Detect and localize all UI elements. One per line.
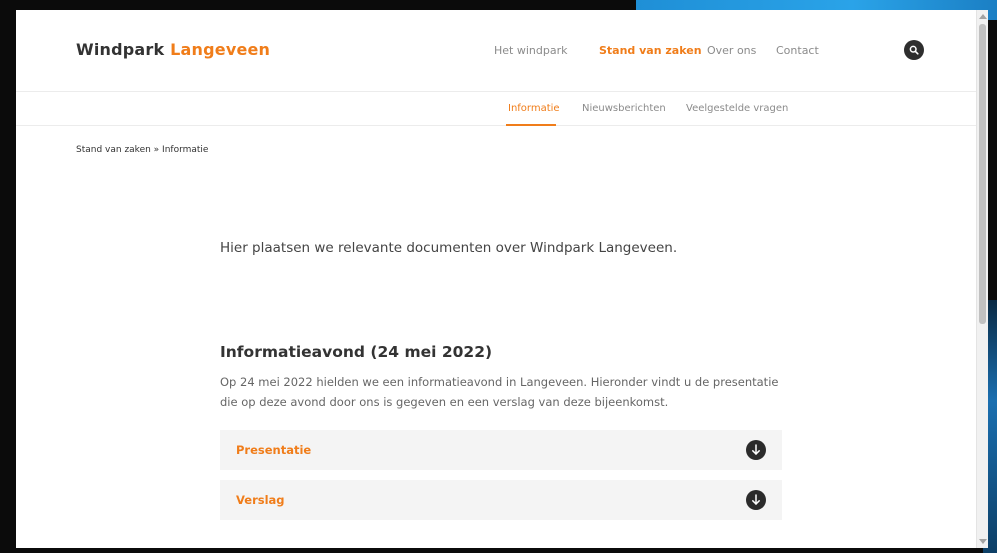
- tab-informatie[interactable]: Informatie: [508, 103, 560, 114]
- vertical-scrollbar[interactable]: [976, 10, 988, 548]
- site-header: Windpark Langeveen Het windpark Stand va…: [16, 10, 976, 92]
- section-title: Informatieavond (24 mei 2022): [220, 343, 493, 361]
- document-row-presentatie[interactable]: Presentatie: [220, 430, 782, 470]
- section-text: Op 24 mei 2022 hielden we een informatie…: [220, 375, 779, 409]
- nav-item-stand-van-zaken[interactable]: Stand van zaken: [599, 44, 702, 57]
- download-button[interactable]: [746, 490, 766, 510]
- download-icon: [752, 494, 760, 505]
- logo-text-main: Windpark: [76, 40, 165, 59]
- nav-item-contact[interactable]: Contact: [776, 44, 819, 57]
- document-label[interactable]: Verslag: [236, 493, 285, 507]
- download-button[interactable]: [746, 440, 766, 460]
- scroll-down-icon[interactable]: [979, 539, 987, 544]
- intro-text: Hier plaatsen we relevante documenten ov…: [220, 240, 678, 256]
- search-button[interactable]: [904, 40, 924, 60]
- tab-nieuwsberichten[interactable]: Nieuwsberichten: [582, 103, 666, 114]
- nav-item-over-ons[interactable]: Over ons: [707, 44, 756, 57]
- document-row-verslag[interactable]: Verslag: [220, 480, 782, 520]
- tab-veelgestelde-vragen[interactable]: Veelgestelde vragen: [686, 103, 788, 114]
- download-icon: [752, 444, 760, 455]
- breadcrumb: Stand van zaken » Informatie: [76, 145, 209, 155]
- scrollbar-thumb[interactable]: [979, 24, 986, 324]
- browser-page: Windpark Langeveen Het windpark Stand va…: [16, 10, 988, 548]
- nav-item-het-windpark[interactable]: Het windpark: [494, 44, 567, 57]
- active-tab-indicator: [506, 124, 556, 126]
- sub-nav: Informatie Nieuwsberichten Veelgestelde …: [16, 92, 976, 126]
- search-icon: [909, 45, 919, 55]
- site-logo[interactable]: Windpark Langeveen: [76, 40, 270, 59]
- scroll-up-icon[interactable]: [979, 14, 987, 19]
- document-label[interactable]: Presentatie: [236, 443, 311, 457]
- logo-text-accent: Langeveen: [170, 40, 271, 59]
